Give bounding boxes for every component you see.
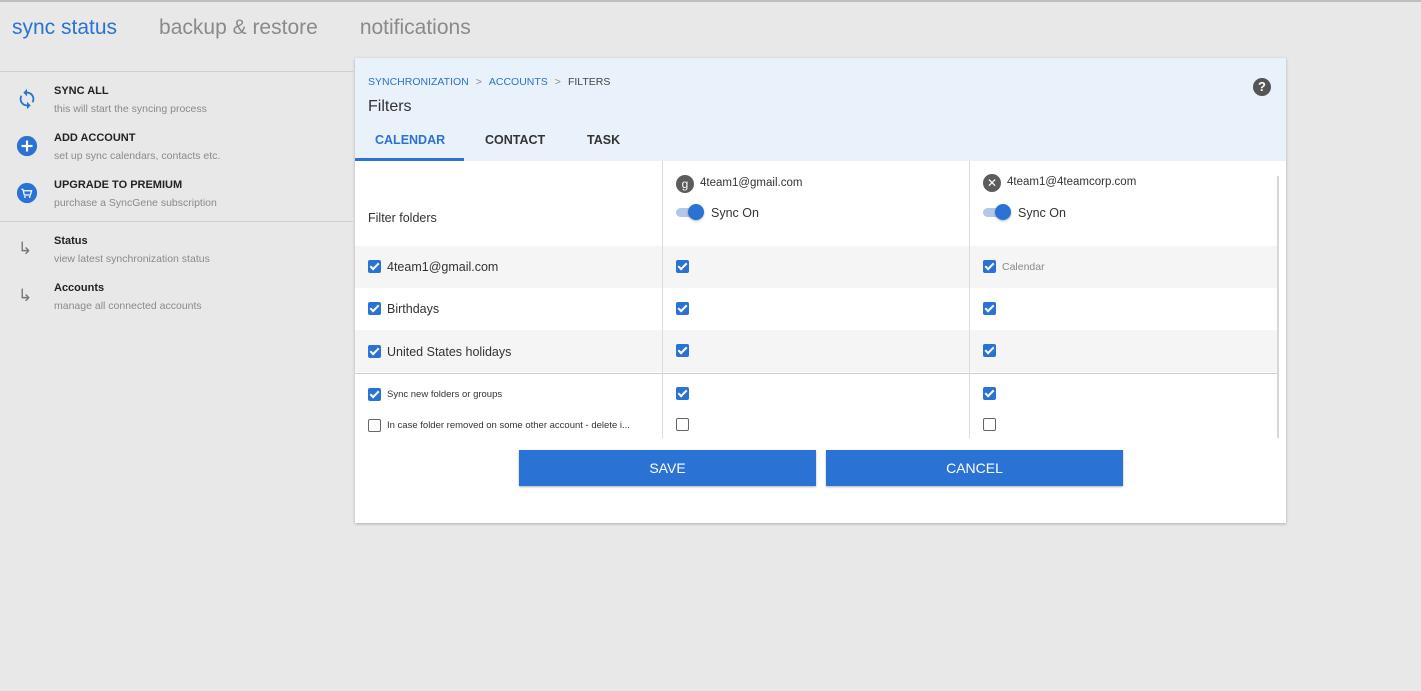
add-account-button[interactable]: ADD ACCOUNT set up sync calendars, conta… (0, 119, 353, 166)
nav-tab-sync-status[interactable]: sync status (12, 16, 117, 40)
account-email: 4team1@4teamcorp.com (1007, 176, 1137, 188)
subdirectory-arrow-icon: ↳ (18, 286, 33, 305)
upgrade-premium-button[interactable]: UPGRADE TO PREMIUM purchase a SyncGene s… (0, 166, 353, 213)
folder-checkbox[interactable] (983, 302, 996, 315)
cancel-button[interactable]: CANCEL (826, 450, 1123, 486)
folder-checkbox[interactable] (368, 302, 381, 315)
scrollbar[interactable] (1277, 176, 1279, 438)
tab-calendar[interactable]: CALENDAR (375, 133, 445, 147)
help-icon[interactable]: ? (1253, 78, 1271, 96)
sync-toggle[interactable] (983, 204, 1011, 220)
tab-task[interactable]: TASK (587, 133, 620, 147)
sidebar-item-accounts[interactable]: ↳ Accounts manage all connected accounts (0, 269, 353, 316)
toggle-knob (995, 204, 1011, 220)
page-title: Filters (368, 98, 412, 115)
filters-grid: Filter folders g 4team1@gmail.com Sync O… (355, 161, 1277, 438)
delete-removed-folder-checkbox[interactable] (983, 418, 996, 431)
sidebar: SYNC ALL this will start the syncing pro… (0, 71, 353, 316)
mapped-folder-label: Calendar (1002, 261, 1045, 273)
status-subtitle: view latest synchronization status (54, 253, 210, 265)
sync-new-folders-checkbox[interactable] (368, 388, 381, 401)
filter-folders-label: Filter folders (368, 211, 437, 225)
delete-removed-folder-label: In case folder removed on some other acc… (387, 420, 630, 431)
column-divider (662, 161, 663, 438)
tab-contact[interactable]: CONTACT (485, 133, 545, 147)
breadcrumb-separator: > (554, 76, 561, 88)
folder-checkbox[interactable] (676, 302, 689, 315)
sync-all-subtitle: this will start the syncing process (54, 103, 207, 115)
sync-all-button[interactable]: SYNC ALL this will start the syncing pro… (0, 72, 353, 119)
nav-tab-notifications[interactable]: notifications (360, 16, 471, 40)
section-divider (355, 373, 1277, 374)
cart-icon (16, 182, 38, 204)
breadcrumb-accounts[interactable]: ACCOUNTS (489, 76, 548, 88)
account-email: 4team1@gmail.com (700, 177, 803, 189)
sync-new-folders-label: Sync new folders or groups (387, 389, 503, 400)
folder-label: 4team1@gmail.com (387, 260, 499, 274)
nav-tab-backup-restore[interactable]: backup & restore (159, 16, 318, 40)
panel-header: SYNCHRONIZATION > ACCOUNTS > FILTERS Fil… (355, 58, 1286, 161)
upgrade-premium-subtitle: purchase a SyncGene subscription (54, 197, 217, 209)
upgrade-premium-title: UPGRADE TO PREMIUM (54, 179, 183, 191)
delete-removed-folder-checkbox[interactable] (368, 419, 381, 432)
exchange-icon: ✕ (983, 174, 1001, 192)
accounts-title: Accounts (54, 282, 105, 294)
filters-panel: SYNCHRONIZATION > ACCOUNTS > FILTERS Fil… (355, 58, 1286, 523)
folder-checkbox[interactable] (368, 260, 381, 273)
sync-icon (19, 88, 35, 110)
folder-label: Birthdays (387, 302, 440, 316)
accounts-subtitle: manage all connected accounts (54, 300, 202, 312)
add-account-subtitle: set up sync calendars, contacts etc. (54, 150, 221, 162)
delete-removed-folder-checkbox[interactable] (676, 418, 689, 431)
status-title: Status (54, 235, 88, 247)
add-account-title: ADD ACCOUNT (54, 132, 136, 144)
sync-toggle[interactable] (676, 204, 704, 220)
sync-new-folders-checkbox[interactable] (676, 387, 689, 400)
top-border (0, 0, 1421, 2)
breadcrumb-filters: FILTERS (567, 76, 611, 88)
subdirectory-arrow-icon: ↳ (18, 239, 33, 258)
folder-checkbox[interactable] (983, 344, 996, 357)
breadcrumb-synchronization[interactable]: SYNCHRONIZATION (368, 76, 469, 88)
sidebar-item-status[interactable]: ↳ Status view latest synchronization sta… (0, 222, 353, 269)
google-icon: g (676, 175, 694, 193)
folder-checkbox[interactable] (368, 345, 381, 358)
sync-toggle-label: Sync On (711, 206, 759, 220)
sync-all-title: SYNC ALL (54, 85, 109, 97)
folder-checkbox[interactable] (676, 344, 689, 357)
folder-checkbox[interactable] (983, 260, 996, 273)
folder-label: United States holidays (387, 345, 512, 359)
save-button[interactable]: SAVE (519, 450, 816, 486)
breadcrumb: SYNCHRONIZATION > ACCOUNTS > FILTERS (368, 76, 610, 88)
column-divider (969, 161, 970, 438)
add-circle-icon (16, 135, 38, 157)
toggle-knob (688, 204, 704, 220)
sync-new-folders-checkbox[interactable] (983, 387, 996, 400)
top-nav: sync status backup & restore notificatio… (12, 16, 471, 40)
folder-checkbox[interactable] (676, 260, 689, 273)
sync-toggle-label: Sync On (1018, 206, 1066, 220)
breadcrumb-separator: > (475, 76, 482, 88)
